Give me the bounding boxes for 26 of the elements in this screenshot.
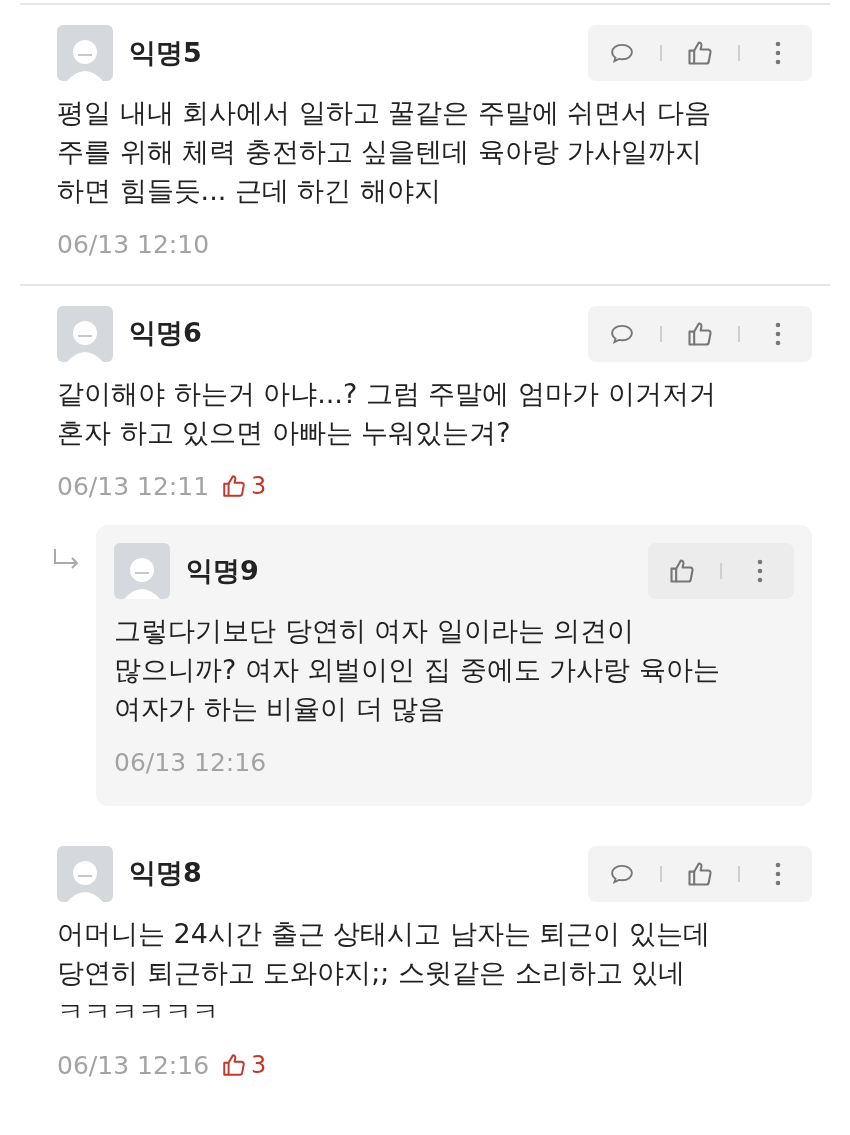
avatar-icon	[114, 543, 170, 599]
avatar-icon	[57, 845, 113, 902]
thumbs-up-icon	[221, 1052, 248, 1079]
comment-text: 같이해야 하는거 아냐...? 그럼 주말에 엄마가 이거저거 혼자 하고 있으면 아빠는 누워있는겨?	[57, 376, 717, 450]
timestamp: 06/13 12:16	[57, 1049, 210, 1082]
like-count: 3	[251, 471, 267, 503]
more-icon	[756, 558, 764, 584]
more-icon	[774, 40, 782, 66]
thumbs-up-icon	[686, 39, 714, 67]
author-name: 익명5	[129, 35, 203, 70]
thumbs-up-icon	[668, 557, 696, 585]
avatar-icon	[57, 305, 113, 362]
timestamp: 06/13 12:10	[57, 229, 210, 261]
comment-text: 평일 내내 회사에서 일하고 꿀같은 주말에 쉬면서 다음 주를 위해 체력 충전하고 싶을텐데 육아랑 가사일까지 하면 힘들듯... 근데 하긴 해야지	[57, 96, 713, 208]
timestamp: 06/13 12:16	[114, 747, 267, 779]
author-name: 익명8	[129, 856, 203, 891]
more-icon	[774, 860, 782, 887]
avatar-icon	[57, 25, 113, 81]
timestamp: 06/13 12:11	[57, 470, 210, 503]
like-count: 3	[251, 1050, 267, 1082]
thumbs-up-icon	[221, 473, 248, 500]
more-icon	[774, 320, 782, 347]
author-name: 익명6	[129, 316, 203, 351]
comment-text: 그렇다기보단 당연히 여자 일이라는 의견이 많으니까? 여자 외벌이인 집 중에도 가사랑 육아는 여자가 하는 비율이 더 많음	[114, 614, 721, 726]
author-name: 익명9	[186, 553, 260, 588]
comment-text: 어머니는 24시간 출근 상태시고 남자는 퇴근이 있는데 당연히 퇴근하고 도와야지;; 스윗같은 소리하고 있네 ㅋㅋㅋㅋㅋㅋ	[57, 916, 711, 1029]
